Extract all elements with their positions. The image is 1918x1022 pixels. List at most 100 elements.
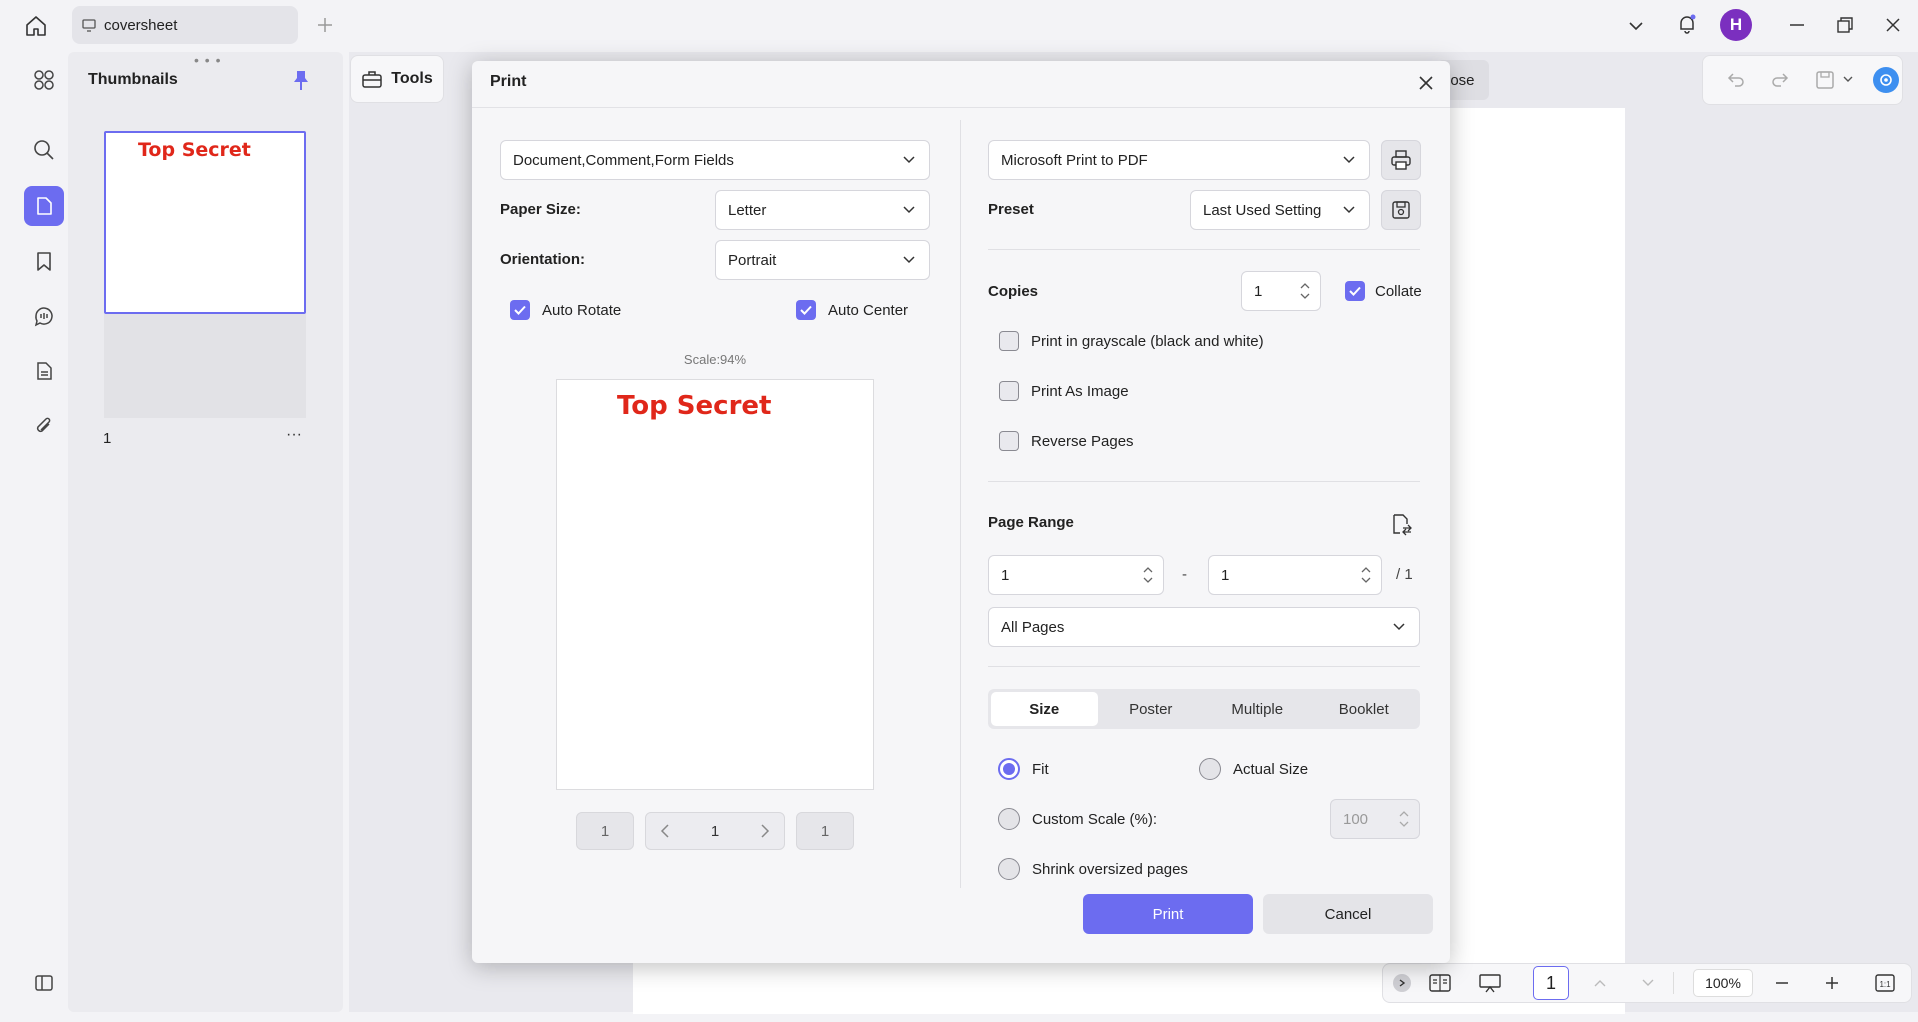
- printer-properties-icon[interactable]: [1381, 140, 1421, 180]
- save-options-chevron-icon[interactable]: [1841, 72, 1855, 86]
- document-tab[interactable]: coversheet: [72, 6, 298, 44]
- copies-input[interactable]: 1: [1241, 271, 1321, 311]
- close-window-icon[interactable]: [1880, 12, 1906, 38]
- print-as-image-option[interactable]: Print As Image: [999, 381, 1129, 401]
- orientation-select[interactable]: Portrait: [715, 240, 930, 280]
- custom-scale-option[interactable]: Custom Scale (%):: [998, 808, 1157, 830]
- chevron-down-icon: [903, 206, 915, 214]
- zoom-out-icon[interactable]: [1773, 974, 1791, 992]
- auto-center-option[interactable]: Auto Center: [796, 300, 908, 320]
- paper-size-select[interactable]: Letter: [715, 190, 930, 230]
- quick-actions: [1702, 55, 1903, 105]
- tools-button[interactable]: Tools: [350, 55, 444, 103]
- chevron-right-icon[interactable]: [760, 824, 770, 838]
- custom-scale-radio[interactable]: [998, 808, 1020, 830]
- orientation-label: Orientation:: [500, 251, 585, 268]
- expand-arrow-icon[interactable]: [1393, 974, 1411, 992]
- page-thumbnail[interactable]: Top Secret: [104, 131, 306, 314]
- print-as-image-checkbox[interactable]: [999, 381, 1019, 401]
- reverse-pages-checkbox[interactable]: [999, 431, 1019, 451]
- next-page-icon[interactable]: [1639, 974, 1657, 992]
- avatar[interactable]: H: [1720, 9, 1752, 41]
- grayscale-option[interactable]: Print in grayscale (black and white): [999, 331, 1264, 351]
- grayscale-checkbox[interactable]: [999, 331, 1019, 351]
- home-icon[interactable]: [22, 12, 50, 40]
- printer-value: Microsoft Print to PDF: [1001, 151, 1148, 169]
- dialog-header-divider: [472, 107, 1450, 108]
- tab-multiple[interactable]: Multiple: [1204, 692, 1311, 726]
- save-preset-icon[interactable]: [1381, 190, 1421, 230]
- chevron-left-icon[interactable]: [660, 824, 670, 838]
- range-from-input[interactable]: 1: [988, 555, 1164, 595]
- presentation-icon[interactable]: [1477, 972, 1503, 994]
- auto-center-checkbox[interactable]: [796, 300, 816, 320]
- undo-icon[interactable]: [1725, 69, 1747, 91]
- range-total: / 1: [1396, 566, 1413, 583]
- content-select[interactable]: Document,Comment,Form Fields: [500, 140, 930, 180]
- print-button[interactable]: Print: [1083, 894, 1253, 934]
- attachment-icon[interactable]: [24, 406, 64, 446]
- page-range-swap-icon[interactable]: [1389, 511, 1413, 537]
- spinner-arrows-icon[interactable]: [1399, 808, 1409, 830]
- collate-label: Collate: [1375, 282, 1422, 300]
- last-page-button[interactable]: 1: [796, 812, 854, 850]
- shrink-radio[interactable]: [998, 858, 1020, 880]
- restore-icon[interactable]: [1832, 12, 1858, 38]
- notification-bell-icon[interactable]: [1674, 11, 1700, 37]
- preview-current-page[interactable]: 1: [711, 823, 719, 840]
- tab-size[interactable]: Size: [991, 692, 1098, 726]
- comment-icon[interactable]: [24, 296, 64, 336]
- zoom-level[interactable]: 100%: [1693, 969, 1753, 997]
- chevron-down-icon: [1393, 623, 1405, 631]
- dialog-close-icon[interactable]: [1414, 71, 1438, 95]
- sidebar-toggle-icon[interactable]: [24, 963, 64, 1003]
- range-to-input[interactable]: 1: [1208, 555, 1382, 595]
- prev-page-icon[interactable]: [1591, 974, 1609, 992]
- thumbnail-heading: Top Secret: [138, 139, 251, 161]
- chevron-down-icon[interactable]: [1624, 14, 1648, 38]
- reverse-pages-option[interactable]: Reverse Pages: [999, 431, 1134, 451]
- tab-booklet[interactable]: Booklet: [1311, 692, 1418, 726]
- spinner-arrows-icon[interactable]: [1361, 564, 1371, 586]
- cancel-button[interactable]: Cancel: [1263, 894, 1433, 934]
- minimize-icon[interactable]: [1784, 12, 1810, 38]
- tab-poster[interactable]: Poster: [1098, 692, 1205, 726]
- thumbnails-page-icon[interactable]: [24, 186, 64, 226]
- page-number-input[interactable]: 1: [1533, 966, 1569, 1000]
- pages-select[interactable]: All Pages: [988, 607, 1420, 647]
- first-page-button[interactable]: 1: [576, 812, 634, 850]
- new-tab-plus-icon[interactable]: [314, 14, 336, 36]
- shrink-option[interactable]: Shrink oversized pages: [998, 858, 1188, 880]
- custom-scale-input[interactable]: 100: [1330, 799, 1420, 839]
- redo-icon[interactable]: [1769, 69, 1791, 91]
- actual-size-option[interactable]: Actual Size: [1199, 758, 1308, 780]
- fit-option[interactable]: Fit: [998, 758, 1049, 780]
- spinner-arrows-icon[interactable]: [1300, 280, 1310, 302]
- page-layout-icon[interactable]: [1427, 972, 1453, 994]
- ai-assistant-icon[interactable]: [1873, 67, 1899, 93]
- collate-checkbox[interactable]: [1345, 281, 1365, 301]
- pin-icon[interactable]: [290, 68, 312, 92]
- auto-rotate-checkbox[interactable]: [510, 300, 530, 320]
- preset-select[interactable]: Last Used Setting: [1190, 190, 1370, 230]
- dialog-title: Print: [490, 73, 527, 90]
- actual-size-icon[interactable]: 1:1: [1873, 972, 1897, 994]
- apps-grid-icon[interactable]: [24, 60, 64, 100]
- auto-center-label: Auto Center: [828, 301, 909, 319]
- svg-text:1:1: 1:1: [1879, 980, 1891, 989]
- drag-handle[interactable]: • • •: [194, 52, 221, 68]
- form-page-icon[interactable]: [24, 351, 64, 391]
- thumbnail-more-icon[interactable]: ···: [286, 426, 302, 444]
- collate-option[interactable]: Collate: [1345, 281, 1422, 301]
- auto-rotate-option[interactable]: Auto Rotate: [510, 300, 621, 320]
- fit-radio[interactable]: [998, 758, 1020, 780]
- actual-size-radio[interactable]: [1199, 758, 1221, 780]
- zoom-in-icon[interactable]: [1823, 974, 1841, 992]
- save-icon[interactable]: [1813, 68, 1837, 92]
- paper-size-value: Letter: [728, 201, 767, 219]
- section-divider: [988, 666, 1420, 667]
- bookmark-icon[interactable]: [24, 241, 64, 281]
- printer-select[interactable]: Microsoft Print to PDF: [988, 140, 1370, 180]
- search-icon[interactable]: [24, 130, 64, 170]
- spinner-arrows-icon[interactable]: [1143, 564, 1153, 586]
